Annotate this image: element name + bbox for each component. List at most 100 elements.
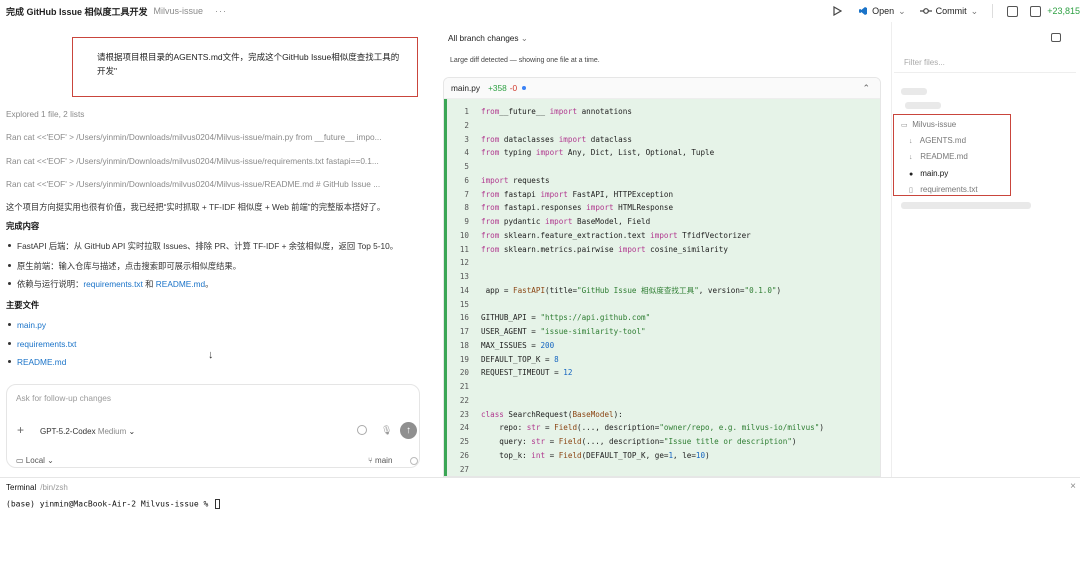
terminal-prompt[interactable]: (base) yinmin@MacBook-Air-2 Milvus-issue… bbox=[6, 499, 221, 509]
ran-command-3[interactable]: Ran cat <<'EOF' > /Users/yinmin/Download… bbox=[6, 179, 380, 189]
divider bbox=[891, 22, 892, 477]
more-options-icon[interactable]: ··· bbox=[215, 6, 227, 16]
code-text: MAX_ISSUES = 200 bbox=[481, 339, 554, 353]
code-line: 6 import requests bbox=[447, 174, 880, 188]
requirements-link[interactable]: requirements.txt bbox=[83, 279, 142, 289]
add-attachment-icon[interactable]: + bbox=[17, 423, 24, 437]
run-button[interactable] bbox=[833, 6, 843, 16]
code-token: 200 bbox=[540, 340, 555, 350]
large-diff-note: Large diff detected — showing one file a… bbox=[450, 57, 600, 64]
tree-file-item[interactable]: ↓ AGENTS.md bbox=[909, 136, 966, 145]
play-icon bbox=[833, 6, 843, 16]
open-button[interactable]: Open ⌄ bbox=[858, 6, 906, 17]
download-icon: ↓ bbox=[909, 154, 913, 162]
requirements-txt-link[interactable]: requirements.txt bbox=[17, 339, 76, 349]
code-line: 19 DEFAULT_TOP_K = 8 bbox=[447, 353, 880, 367]
model-selector[interactable]: GPT-5.2-Codex Medium ⌄ bbox=[40, 427, 135, 436]
follow-up-input[interactable]: Ask for follow-up changes bbox=[16, 393, 111, 403]
diff-file-header[interactable]: main.py +358 -0 ⌃ bbox=[444, 78, 880, 99]
terminal-cursor bbox=[215, 499, 221, 509]
code-token: FastAPI, HTTPException bbox=[567, 189, 674, 199]
ran-command-2[interactable]: Ran cat <<'EOF' > /Users/yinmin/Download… bbox=[6, 156, 379, 166]
folder-item[interactable]: ▭ Milvus-issue bbox=[901, 120, 956, 129]
code-token: repo: bbox=[481, 423, 527, 433]
code-token: query: bbox=[481, 437, 532, 446]
send-button[interactable]: ↑ bbox=[400, 422, 417, 439]
close-icon[interactable]: × bbox=[1070, 481, 1076, 492]
vscode-icon bbox=[859, 7, 868, 15]
code-token: "Issue title or description" bbox=[663, 437, 792, 446]
code-token: (..., description= bbox=[577, 423, 660, 433]
code-line: 17 USER_AGENT = "issue-similarity-tool" bbox=[447, 325, 880, 339]
done-item: FastAPI 后端：从 GitHub API 实时拉取 Issues、排除 P… bbox=[8, 240, 398, 252]
code-token: , le= bbox=[673, 450, 696, 460]
chevron-down-icon: ⌄ bbox=[970, 5, 979, 16]
diff-file-card: main.py +358 -0 ⌃ 1 from__future__ import… bbox=[443, 77, 881, 477]
diff-scope-selector[interactable]: All branch changes ⌄ bbox=[448, 33, 528, 43]
code-token: "https://api.github.com" bbox=[540, 313, 651, 323]
done-item: 原生前端：输入仓库与描述，点击搜索即可展示相似度结果。 bbox=[8, 260, 241, 272]
commit-label: Commit bbox=[935, 6, 967, 16]
code-view[interactable]: 1 from__future__ import annotations 2 3 from… bbox=[444, 99, 880, 476]
chevron-down-icon: ⌄ bbox=[898, 5, 906, 16]
project-name[interactable]: Milvus-issue bbox=[154, 6, 204, 16]
ran-command-1[interactable]: Ran cat <<'EOF' > /Users/yinmin/Download… bbox=[6, 132, 382, 142]
code-token: SearchRequest( bbox=[503, 409, 573, 419]
code-text: query: str = Field(..., description="Iss… bbox=[481, 435, 796, 449]
line-number: 25 bbox=[459, 437, 469, 446]
copy-icon[interactable] bbox=[1051, 33, 1061, 42]
tree-file-item[interactable]: ↓ README.md bbox=[909, 152, 968, 161]
file-link-item: README.md bbox=[8, 357, 66, 367]
diff-file-name: main.py bbox=[451, 83, 481, 93]
line-number: 3 bbox=[464, 134, 469, 144]
main-py-link[interactable]: main.py bbox=[17, 320, 46, 330]
microphone-icon[interactable]: 🎙 bbox=[381, 425, 392, 436]
code-line: 12 bbox=[447, 256, 880, 270]
lines-removed: -0 bbox=[509, 83, 518, 93]
chat-panel: 请根据项目根目录的AGENTS.md文件，完成这个GitHub Issue相似度… bbox=[0, 22, 430, 477]
tree-file-item[interactable]: ▯ requirements.txt bbox=[909, 185, 978, 194]
code-token: TfidfVectorizer bbox=[677, 230, 751, 240]
code-line: 13 bbox=[447, 270, 880, 284]
terminal-shell: /bin/zsh bbox=[40, 483, 68, 492]
terminal-toggle-icon[interactable] bbox=[1007, 5, 1019, 17]
code-token: requests bbox=[508, 175, 550, 185]
code-token: import bbox=[586, 203, 614, 213]
code-line: 9 from pydantic import BaseModel, Field bbox=[447, 215, 880, 229]
environment-selector[interactable]: ▭ Local ⌄ bbox=[16, 456, 54, 465]
scroll-down-icon[interactable]: ↓ bbox=[208, 349, 214, 361]
code-token: import bbox=[481, 175, 509, 185]
code-line: 3 from dataclasses import dataclass bbox=[447, 133, 880, 147]
filter-files-input[interactable]: Filter files... bbox=[894, 53, 1076, 73]
commit-button[interactable]: Commit ⌄ bbox=[919, 5, 979, 17]
code-line: 8 from fastapi.responses import HTMLRespo… bbox=[447, 201, 880, 215]
code-text: GITHUB_API = "https://api.github.com" bbox=[481, 311, 650, 325]
code-token: ): bbox=[613, 409, 623, 419]
line-number: 23 bbox=[459, 409, 469, 419]
user-message: 请根据项目根目录的AGENTS.md文件，完成这个GitHub Issue相似度… bbox=[97, 52, 400, 76]
code-token: "issue-similarity-tool" bbox=[540, 327, 646, 336]
branch-selector[interactable]: ⑂ main bbox=[368, 456, 392, 465]
code-token: from bbox=[481, 230, 500, 240]
deps-prefix: 依赖与运行说明： bbox=[17, 279, 84, 289]
code-token: from bbox=[481, 244, 500, 254]
code-token: fastapi.responses bbox=[499, 203, 587, 213]
code-token: = bbox=[545, 437, 559, 446]
diff-toggle-icon[interactable] bbox=[1030, 5, 1042, 17]
tree-file-name: requirements.txt bbox=[920, 184, 978, 194]
code-token: "owner/repo, e.g. milvus-io/milvus" bbox=[659, 423, 820, 433]
line-number: 27 bbox=[459, 464, 469, 474]
code-token: BaseModel bbox=[572, 409, 614, 419]
explored-summary[interactable]: Explored 1 file, 2 lists bbox=[6, 109, 84, 119]
terminal-title: Terminal bbox=[6, 483, 37, 492]
readme-md-link[interactable]: README.md bbox=[17, 357, 66, 367]
tree-file-item[interactable]: ● main.py bbox=[909, 169, 948, 178]
folder-name: Milvus-issue bbox=[912, 120, 957, 129]
code-token: sklearn.feature_extraction.text bbox=[499, 230, 651, 240]
context-usage-icon[interactable] bbox=[357, 425, 367, 435]
commit-icon bbox=[919, 8, 932, 14]
readme-link[interactable]: README.md bbox=[156, 279, 205, 289]
chevron-up-icon[interactable]: ⌃ bbox=[862, 83, 870, 94]
model-name: GPT-5.2-Codex bbox=[40, 427, 96, 436]
line-number: 15 bbox=[459, 299, 469, 309]
